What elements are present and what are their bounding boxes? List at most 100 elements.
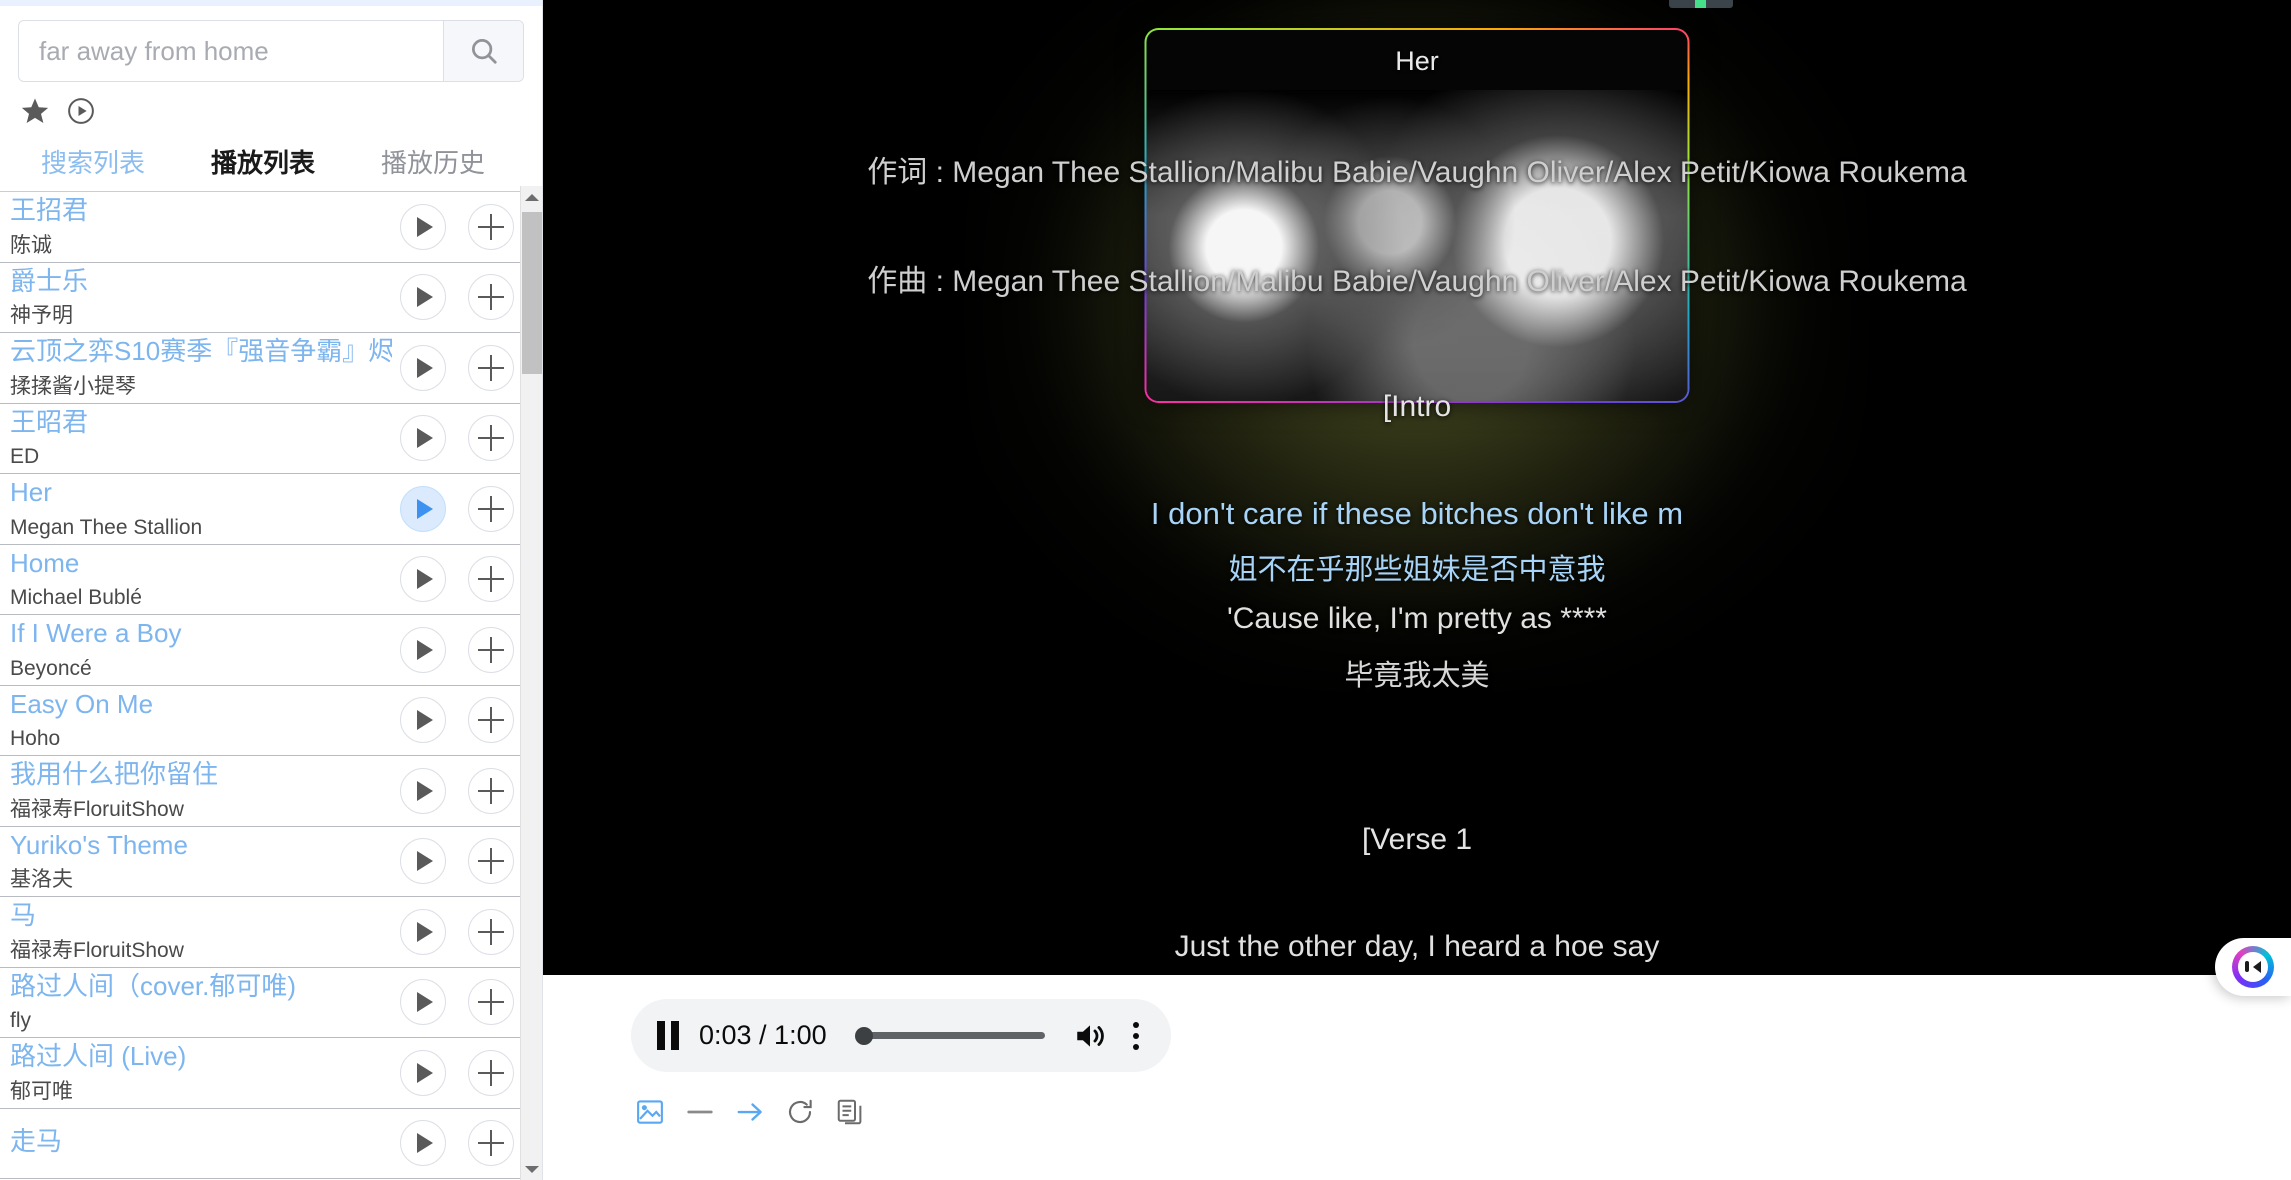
plus-icon[interactable] <box>468 908 514 955</box>
plus-icon[interactable] <box>468 274 514 321</box>
play-icon[interactable] <box>400 908 446 955</box>
more-options-button[interactable] <box>1127 1021 1145 1050</box>
search-button[interactable] <box>443 21 523 81</box>
plus-icon[interactable] <box>468 1049 514 1096</box>
play-icon[interactable] <box>400 979 446 1026</box>
tab-history[interactable]: 播放历史 <box>348 132 518 191</box>
song-meta: 路过人间 (Live) 郁可唯 <box>10 1040 400 1105</box>
loop-icon[interactable] <box>785 1097 815 1127</box>
lyric-next-en: 'Cause like, I'm pretty as **** <box>1227 602 1607 635</box>
song-title[interactable]: Home <box>10 547 392 580</box>
video-frame[interactable]: Her <box>1144 28 1690 403</box>
play-icon[interactable] <box>400 697 446 744</box>
song-row[interactable]: 云顶之弈S10赛季『强音争霸』烬+KDA 揉揉酱小提琴 <box>0 333 542 404</box>
plus-icon[interactable] <box>468 203 514 250</box>
plus-icon[interactable] <box>468 415 514 462</box>
song-row[interactable]: 爵士乐 神予明 <box>0 262 542 333</box>
song-title[interactable]: 走马 <box>10 1125 392 1158</box>
play-circle-icon[interactable] <box>66 96 96 126</box>
plus-icon[interactable] <box>468 1120 514 1167</box>
volume-icon <box>1077 1024 1104 1047</box>
song-row[interactable]: 路过人间 (Live) 郁可唯 <box>0 1038 542 1109</box>
search-input[interactable] <box>19 21 443 81</box>
song-title[interactable]: 王昭君 <box>10 406 392 439</box>
song-artist: 陈诚 <box>10 233 52 257</box>
scrollbar-thumb[interactable] <box>522 212 542 374</box>
song-row[interactable]: 王招君 陈诚 <box>0 192 542 263</box>
scroll-up-button[interactable] <box>521 186 542 208</box>
lyric-tag-verse: [Verse 1 <box>1361 823 1473 856</box>
song-title[interactable]: 云顶之弈S10赛季『强音争霸』烬+KDA <box>10 335 392 368</box>
seek-slider[interactable] <box>847 1026 1053 1046</box>
song-row[interactable]: Home Michael Bublé <box>0 544 542 615</box>
plus-icon[interactable] <box>468 556 514 603</box>
scroll-down-button[interactable] <box>521 1158 542 1180</box>
play-icon[interactable] <box>400 415 446 462</box>
song-row[interactable]: Her Megan Thee Stallion <box>0 474 542 545</box>
play-icon[interactable] <box>400 1049 446 1096</box>
plus-icon[interactable] <box>468 767 514 814</box>
song-row[interactable]: Yuriko's Theme 基洛夫 <box>0 826 542 897</box>
lyrics-stage: Her 作词 : Megan Thee Stallion/Malibu Babi… <box>543 0 2291 975</box>
song-title[interactable]: 王招君 <box>10 194 392 227</box>
tab-playlist[interactable]: 播放列表 <box>178 132 348 191</box>
plus-icon[interactable] <box>468 838 514 885</box>
song-title[interactable]: 马 <box>10 899 392 932</box>
plus-icon[interactable] <box>468 344 514 391</box>
song-row[interactable]: 走马 <box>0 1108 542 1179</box>
search-box <box>18 20 524 82</box>
playlist-tabs: 搜索列表 播放列表 播放历史 <box>0 132 542 192</box>
player-panel: Her 作词 : Megan Thee Stallion/Malibu Babi… <box>543 0 2291 1180</box>
song-title[interactable]: If I Were a Boy <box>10 617 392 650</box>
song-title[interactable]: Yuriko's Theme <box>10 829 392 862</box>
song-title[interactable]: Her <box>10 476 392 509</box>
star-icon[interactable] <box>20 96 50 126</box>
picture-in-picture-icon[interactable] <box>635 1097 665 1127</box>
assistant-widget[interactable] <box>2215 938 2291 996</box>
song-title[interactable]: 路过人间（cover.郁可唯) <box>10 970 392 1003</box>
play-icon[interactable] <box>400 485 446 532</box>
search-area <box>0 6 542 82</box>
song-title[interactable]: 爵士乐 <box>10 265 392 298</box>
arrow-right-icon[interactable] <box>735 1097 765 1127</box>
play-icon[interactable] <box>400 626 446 673</box>
song-row[interactable]: Easy On Me Hoho <box>0 685 542 756</box>
play-icon[interactable] <box>400 203 446 250</box>
video-title: Her <box>1395 46 1439 76</box>
lyric-tag-intro: [Intro <box>1382 390 1452 423</box>
copy-icon[interactable] <box>835 1097 865 1127</box>
volume-button[interactable] <box>1073 1019 1107 1053</box>
pause-button[interactable] <box>657 1021 679 1050</box>
song-row[interactable]: 我用什么把你留住 福禄寿FloruitShow <box>0 756 542 827</box>
plus-icon[interactable] <box>468 626 514 673</box>
seek-track <box>864 1032 1045 1039</box>
lyric-credit-lyricist: 作词 : Megan Thee Stallion/Malibu Babie/Va… <box>867 156 1967 189</box>
song-row[interactable]: 王昭君 ED <box>0 403 542 474</box>
song-title[interactable]: 路过人间 (Live) <box>10 1040 392 1073</box>
song-meta: Yuriko's Theme 基洛夫 <box>10 829 400 894</box>
plus-icon[interactable] <box>468 697 514 744</box>
play-icon[interactable] <box>400 344 446 391</box>
assistant-face-icon <box>2232 946 2274 988</box>
play-icon[interactable] <box>400 1120 446 1167</box>
music-player-app: 搜索列表 播放列表 播放历史 王招君陈诚爵士乐神予明云顶之弈S10赛季『强音争霸… <box>0 0 2291 1180</box>
seek-knob[interactable] <box>854 1026 873 1045</box>
song-row[interactable]: 路过人间（cover.郁可唯) fly <box>0 967 542 1038</box>
plus-icon[interactable] <box>468 979 514 1026</box>
song-artist: 郁可唯 <box>10 1079 73 1103</box>
song-title[interactable]: 我用什么把你留住 <box>10 758 392 791</box>
song-row[interactable]: If I Were a Boy Beyoncé <box>0 615 542 686</box>
tab-search-list[interactable]: 搜索列表 <box>8 132 178 191</box>
play-icon[interactable] <box>400 274 446 321</box>
play-icon[interactable] <box>400 556 446 603</box>
minus-icon[interactable] <box>685 1097 715 1127</box>
plus-icon[interactable] <box>468 485 514 532</box>
song-list[interactable]: 王招君陈诚爵士乐神予明云顶之弈S10赛季『强音争霸』烬+KDA 揉揉酱小提琴王昭君… <box>0 192 542 1180</box>
play-icon[interactable] <box>400 838 446 885</box>
song-meta: 走马 <box>10 1125 400 1163</box>
song-title[interactable]: Easy On Me <box>10 688 392 721</box>
video-surface[interactable]: Her <box>1146 30 1688 401</box>
play-icon[interactable] <box>400 767 446 814</box>
song-row[interactable]: 马福禄寿FloruitShow <box>0 897 542 968</box>
list-scrollbar[interactable] <box>520 186 542 1180</box>
